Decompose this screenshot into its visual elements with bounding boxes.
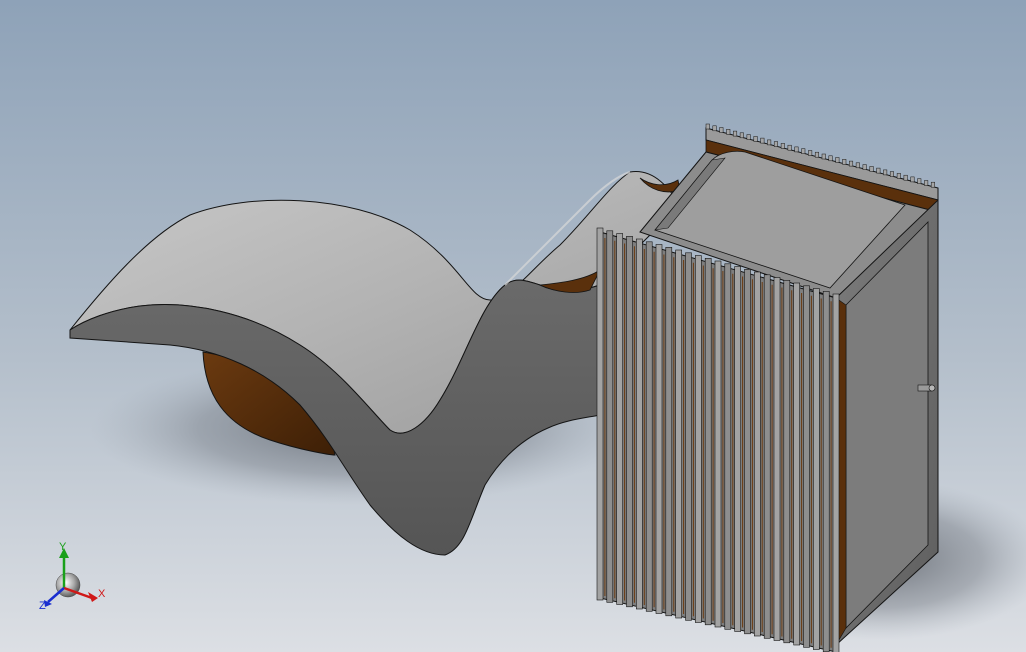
rear-fin-tooth bbox=[917, 178, 922, 184]
rear-fin-tooth bbox=[828, 155, 833, 162]
rear-fin-tooth bbox=[773, 141, 778, 147]
rear-fin-tooth bbox=[794, 146, 799, 153]
front-fin bbox=[645, 241, 653, 612]
rear-fin-tooth bbox=[808, 150, 813, 156]
side-pin bbox=[917, 384, 936, 392]
rear-fin-tooth bbox=[910, 176, 915, 183]
rear-fin-tooth bbox=[924, 180, 929, 186]
front-fin bbox=[694, 255, 702, 623]
rear-fin-tooth bbox=[876, 167, 881, 174]
front-fin bbox=[596, 227, 604, 601]
3d-scene[interactable]: Y X Z bbox=[0, 0, 1026, 652]
front-fin bbox=[685, 252, 692, 621]
x-axis-label: X bbox=[98, 588, 106, 600]
rear-fin-tooth bbox=[760, 137, 765, 144]
front-fin bbox=[606, 230, 614, 603]
rear-fin-tooth bbox=[814, 151, 819, 158]
front-fin bbox=[616, 233, 624, 605]
rear-fin-tooth bbox=[787, 144, 792, 151]
rear-fin-tooth bbox=[842, 159, 847, 165]
front-fin bbox=[655, 244, 663, 614]
rear-fin-tooth bbox=[930, 181, 935, 188]
y-axis-label: Y bbox=[59, 541, 67, 553]
rear-fin-tooth bbox=[739, 132, 744, 139]
rear-fin-tooth bbox=[733, 130, 738, 137]
front-fin bbox=[714, 260, 722, 628]
rear-fin-tooth bbox=[780, 143, 785, 149]
front-fin bbox=[773, 277, 781, 641]
rear-fin-tooth bbox=[835, 157, 840, 163]
front-fin bbox=[626, 236, 633, 608]
front-fin bbox=[822, 290, 830, 652]
front-fin bbox=[635, 238, 643, 610]
rear-fin-tooth bbox=[855, 162, 860, 169]
front-fin bbox=[803, 285, 810, 648]
front-fin bbox=[724, 263, 732, 630]
front-fin bbox=[665, 247, 673, 617]
rear-fin-tooth bbox=[712, 125, 717, 132]
front-fin bbox=[675, 249, 683, 619]
rear-fin-tooth bbox=[821, 153, 826, 160]
front-fin bbox=[744, 268, 751, 635]
front-fin bbox=[793, 282, 801, 646]
rear-fin-tooth bbox=[849, 160, 854, 167]
rear-fin-tooth bbox=[767, 139, 772, 146]
rear-fin-tooth bbox=[753, 136, 758, 142]
rear-fin-tooth bbox=[889, 171, 894, 177]
front-fin bbox=[753, 271, 761, 637]
front-fin bbox=[812, 288, 820, 650]
rear-fin-tooth bbox=[705, 123, 710, 130]
front-fin bbox=[763, 274, 771, 639]
rear-fin-tooth bbox=[801, 148, 806, 154]
graphics-viewport[interactable]: Y X Z bbox=[0, 0, 1026, 652]
front-fin bbox=[734, 266, 742, 632]
rear-fin-tooth bbox=[896, 173, 901, 179]
rear-fin-tooth bbox=[746, 134, 751, 140]
rear-fin-tooth bbox=[903, 174, 908, 181]
rear-fin-tooth bbox=[883, 169, 888, 176]
rear-fin-tooth bbox=[869, 166, 874, 172]
front-fin bbox=[783, 279, 791, 644]
front-fin bbox=[704, 257, 712, 626]
front-fin bbox=[832, 293, 840, 652]
rear-fin-tooth bbox=[719, 127, 724, 133]
z-axis-label: Z bbox=[39, 600, 46, 612]
rear-fin-tooth bbox=[726, 129, 731, 135]
rear-fin-tooth bbox=[862, 164, 867, 170]
